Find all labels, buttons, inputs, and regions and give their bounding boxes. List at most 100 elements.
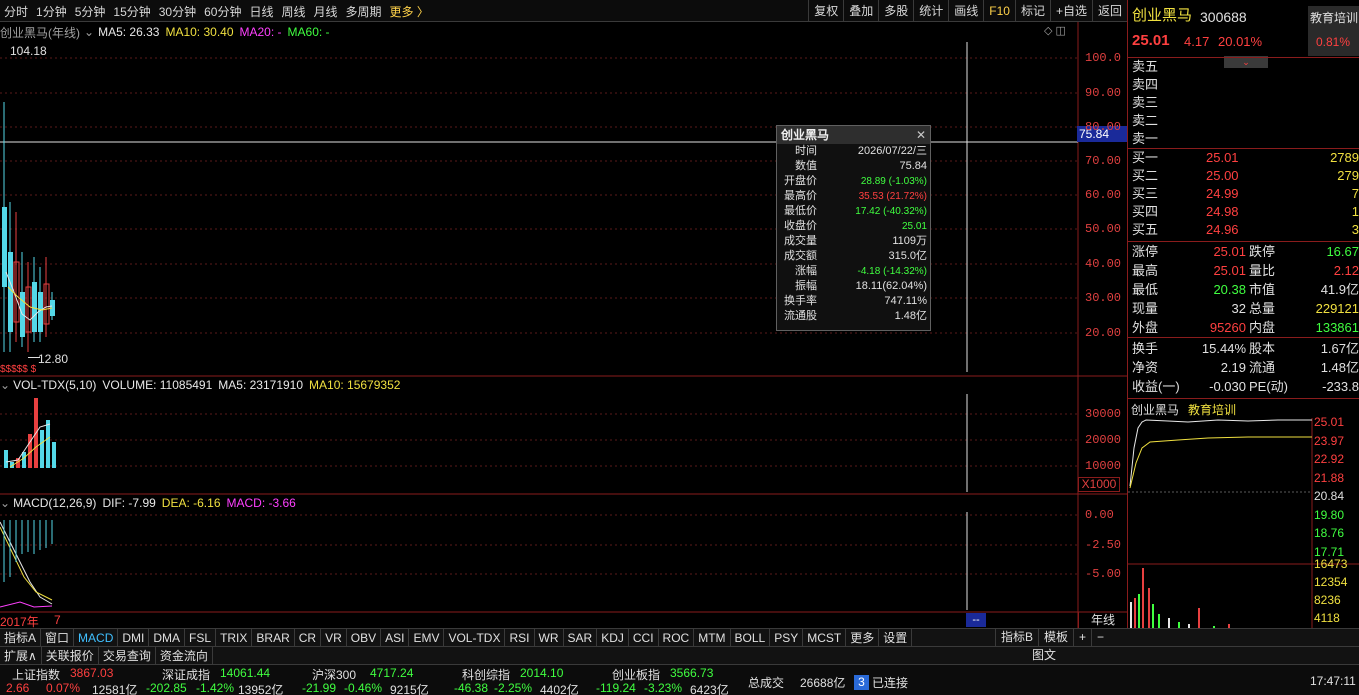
indicator-tab[interactable]: SAR [564, 628, 598, 647]
indicator-right-tab[interactable]: 模板 [1038, 629, 1073, 646]
mini-price-tick: 20.84 [1314, 489, 1345, 503]
sector-tag[interactable]: 教育培训 [1310, 9, 1358, 27]
toolbar-button[interactable]: 叠加 [843, 0, 878, 22]
axis-tick-label: 100.0 [1085, 51, 1122, 65]
axis-tick-label: 10000 [1085, 459, 1122, 473]
indicator-tab[interactable]: CCI [629, 628, 659, 647]
indicator-tab[interactable]: PSY [770, 628, 804, 647]
period-tab[interactable]: 月线 [310, 3, 342, 20]
period-tab[interactable]: 周线 [277, 3, 309, 20]
macd-dif: DIF: -7.99 [102, 496, 156, 510]
chart-canvas[interactable] [0, 22, 1127, 628]
period-tab[interactable]: 1分钟 [32, 3, 71, 20]
hs300-change: -21.99 [302, 681, 337, 695]
toolbar-button[interactable]: +自选 [1049, 0, 1092, 22]
more-periods-button[interactable]: 更多 〉 [386, 3, 433, 20]
indicator-tab[interactable]: MCST [803, 628, 847, 647]
indicator-tab[interactable]: EMV [409, 628, 445, 647]
low-price-label: 12.80 [38, 352, 69, 366]
indicator-tab[interactable]: 更多 [846, 628, 880, 647]
toolbar-button[interactable]: 多股 [878, 0, 913, 22]
main-chart-header: 创业黑马 (年线) ⌄ MA5: 26.33 MA10: 30.40 MA20:… [0, 23, 330, 41]
indicator-tab[interactable]: MACD [74, 628, 119, 647]
indicator-tab[interactable]: KDJ [597, 628, 629, 647]
bid-price[interactable]: 24.96 [1206, 221, 1239, 239]
indicator-tab[interactable]: 窗口 [41, 628, 75, 647]
toolbar-button[interactable]: 标记 [1014, 0, 1050, 22]
indicator-tab[interactable]: ASI [381, 628, 410, 647]
indicator-right-tab[interactable]: + [1073, 629, 1091, 646]
vol-indicator-name: VOL-TDX(5,10) [13, 378, 97, 392]
layout-icons[interactable]: ◇ ◫ [1044, 24, 1066, 37]
toolbar-button[interactable]: 统计 [913, 0, 948, 22]
period-tab[interactable]: 分时 [0, 3, 32, 20]
toolbar-button[interactable]: 返回 [1091, 0, 1127, 22]
tooltip-value: 315.0亿 [888, 250, 927, 262]
stat-label: 量比 [1249, 263, 1276, 278]
function-button[interactable]: 交易查询 [99, 646, 156, 665]
star-index-value: 2014.10 [520, 666, 564, 680]
high-price-label: 104.18 [10, 44, 47, 58]
indicator-right-tab[interactable]: − [1091, 629, 1109, 646]
indicator-tab[interactable]: BRAR [252, 628, 295, 647]
data-tooltip: 创业黑马 ✕ 时间 2026/07/22/三 数值 75.84 开盘价 28.89 (-1.… [776, 125, 931, 331]
tooltip-key: 数值 [795, 160, 817, 172]
indicator-tab[interactable]: TRIX [216, 628, 253, 647]
period-tab[interactable]: 日线 [245, 3, 277, 20]
total-turnover-value: 26688亿 [800, 676, 846, 690]
period-tabs: 分时 1分钟 5分钟 15分钟 30分钟 60分钟 日线 周线 月线 多周期 更多 〉 [0, 0, 433, 22]
tooltip-row: 涨幅 -4.18 (-14.32%) [777, 264, 930, 279]
bid-price[interactable]: 25.00 [1206, 167, 1239, 185]
market-status-bar: 上证指数 3867.03 2.66 0.07% 12581亿 深证成指 1406… [0, 664, 1359, 695]
indicator-tab[interactable]: DMI [118, 628, 150, 647]
function-button[interactable]: 资金流向 [156, 646, 213, 665]
function-button[interactable]: 关联报价 [42, 646, 99, 665]
indicator-tab[interactable]: 指标A [0, 628, 42, 647]
macd-indicator-name: MACD(12,26,9) [13, 496, 97, 510]
indicator-tab[interactable]: CR [295, 628, 322, 647]
indicator-tab[interactable]: MTM [694, 628, 731, 647]
period-tab[interactable]: 30分钟 [155, 3, 200, 20]
period-select-button[interactable]: 年线 [1078, 612, 1127, 628]
indicator-tab[interactable]: BOLL [731, 628, 771, 647]
indicator-tab[interactable]: WR [535, 628, 564, 647]
period-tab[interactable]: 5分钟 [71, 3, 110, 20]
mini-chart-tag[interactable]: 教育培训 [1188, 401, 1236, 419]
function-button[interactable]: 扩展∧ [0, 646, 42, 665]
close-icon[interactable]: ✕ [916, 126, 926, 144]
indicator-tab[interactable]: FSL [185, 628, 217, 647]
indicator-right-tab[interactable]: 指标B [995, 629, 1038, 646]
low-pointer [28, 357, 40, 358]
bid-level-label: 买一 [1132, 150, 1159, 165]
toolbar-button[interactable]: F10 [983, 0, 1015, 22]
period-tab[interactable]: 多周期 [342, 3, 386, 20]
bid-price[interactable]: 24.99 [1206, 185, 1239, 203]
indicator-tab[interactable]: VOL-TDX [444, 628, 506, 647]
indicator-tab[interactable]: OBV [347, 628, 382, 647]
indicator-tab[interactable]: VR [321, 628, 347, 647]
indicator-tab[interactable]: RSI [505, 628, 535, 647]
toolbar-button[interactable]: 画线 [948, 0, 983, 22]
quote-stock-name: 创业黑马 [1132, 7, 1193, 24]
bid-volume: 7 [1351, 186, 1359, 201]
period-tab[interactable]: 60分钟 [200, 3, 245, 20]
period-tab[interactable]: 15分钟 [109, 3, 154, 20]
chevron-down-icon[interactable]: ⌄ [84, 25, 94, 39]
indicator-tab[interactable]: ROC [659, 628, 695, 647]
chevron-down-icon[interactable]: ⌄ [0, 378, 10, 392]
time-axis-mark: 7 [54, 613, 61, 627]
toolbar-button[interactable]: 复权 [808, 0, 843, 22]
mini-price-tick: 19.80 [1314, 507, 1345, 522]
bid-price[interactable]: 24.98 [1206, 203, 1239, 221]
gem-index-pct: -3.23% [644, 681, 683, 695]
tooltip-key: 成交额 [784, 250, 817, 262]
axis-tick-label: 90.00 [1085, 86, 1122, 100]
bid-price[interactable]: 25.01 [1206, 149, 1239, 167]
chart-text-toggle[interactable]: 图文 [1030, 647, 1359, 664]
connection-status[interactable]: 已连接 [872, 674, 908, 691]
volume-unit-button[interactable]: X1000 [1078, 477, 1120, 492]
macd-dea: DEA: -6.16 [161, 496, 221, 510]
chevron-down-icon[interactable]: ⌄ [0, 496, 10, 510]
indicator-tab[interactable]: 设置 [879, 628, 913, 647]
indicator-tab[interactable]: DMA [149, 628, 186, 647]
